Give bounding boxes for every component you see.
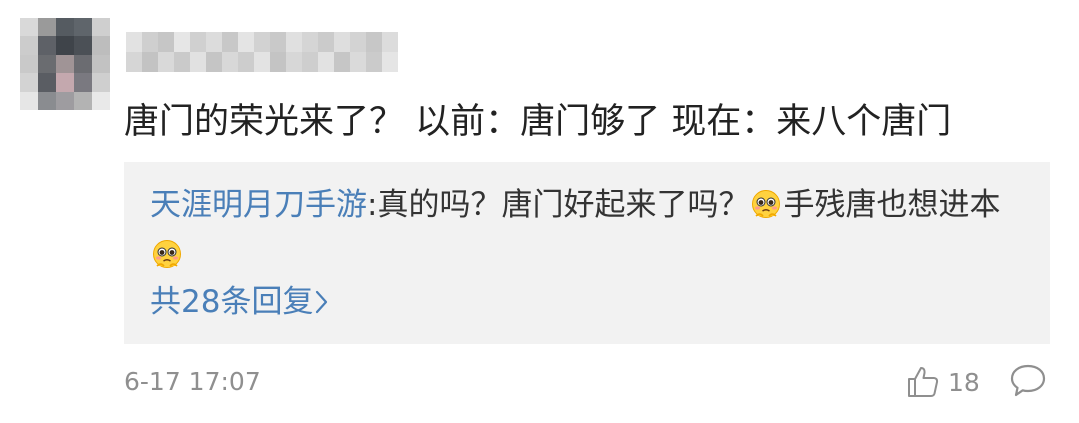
username[interactable]	[126, 32, 398, 72]
reply-text-part2: 手残唐也想进本	[783, 187, 1001, 223]
chevron-right-icon	[316, 290, 328, 314]
reply-author-link[interactable]: 天涯明月刀手游	[150, 187, 367, 223]
pleading-face-emoji-icon	[153, 240, 181, 268]
like-button[interactable]: 18	[906, 364, 980, 400]
reply-text-part1: :真的吗？唐门好起来了吗？	[367, 187, 750, 223]
like-count: 18	[948, 367, 980, 397]
view-all-replies-link[interactable]: 共28条回复	[150, 280, 329, 324]
avatar[interactable]	[20, 18, 110, 110]
reply-content: 天涯明月刀手游:真的吗？唐门好起来了吗？ 手残唐也想进本	[150, 180, 1010, 280]
pleading-face-emoji-icon	[752, 190, 781, 218]
comment-bubble-icon[interactable]	[1008, 362, 1048, 400]
reply-preview[interactable]: 天涯明月刀手游:真的吗？唐门好起来了吗？ 手残唐也想进本 共28条回复	[124, 162, 1050, 344]
thumbs-up-icon	[908, 367, 939, 397]
comment-text: 唐门的荣光来了？ 以前：唐门够了 现在：来八个唐门	[124, 102, 952, 142]
reply-count-label: 共28条回复	[150, 284, 314, 320]
comment-timestamp: 6-17 17:07	[124, 367, 261, 396]
